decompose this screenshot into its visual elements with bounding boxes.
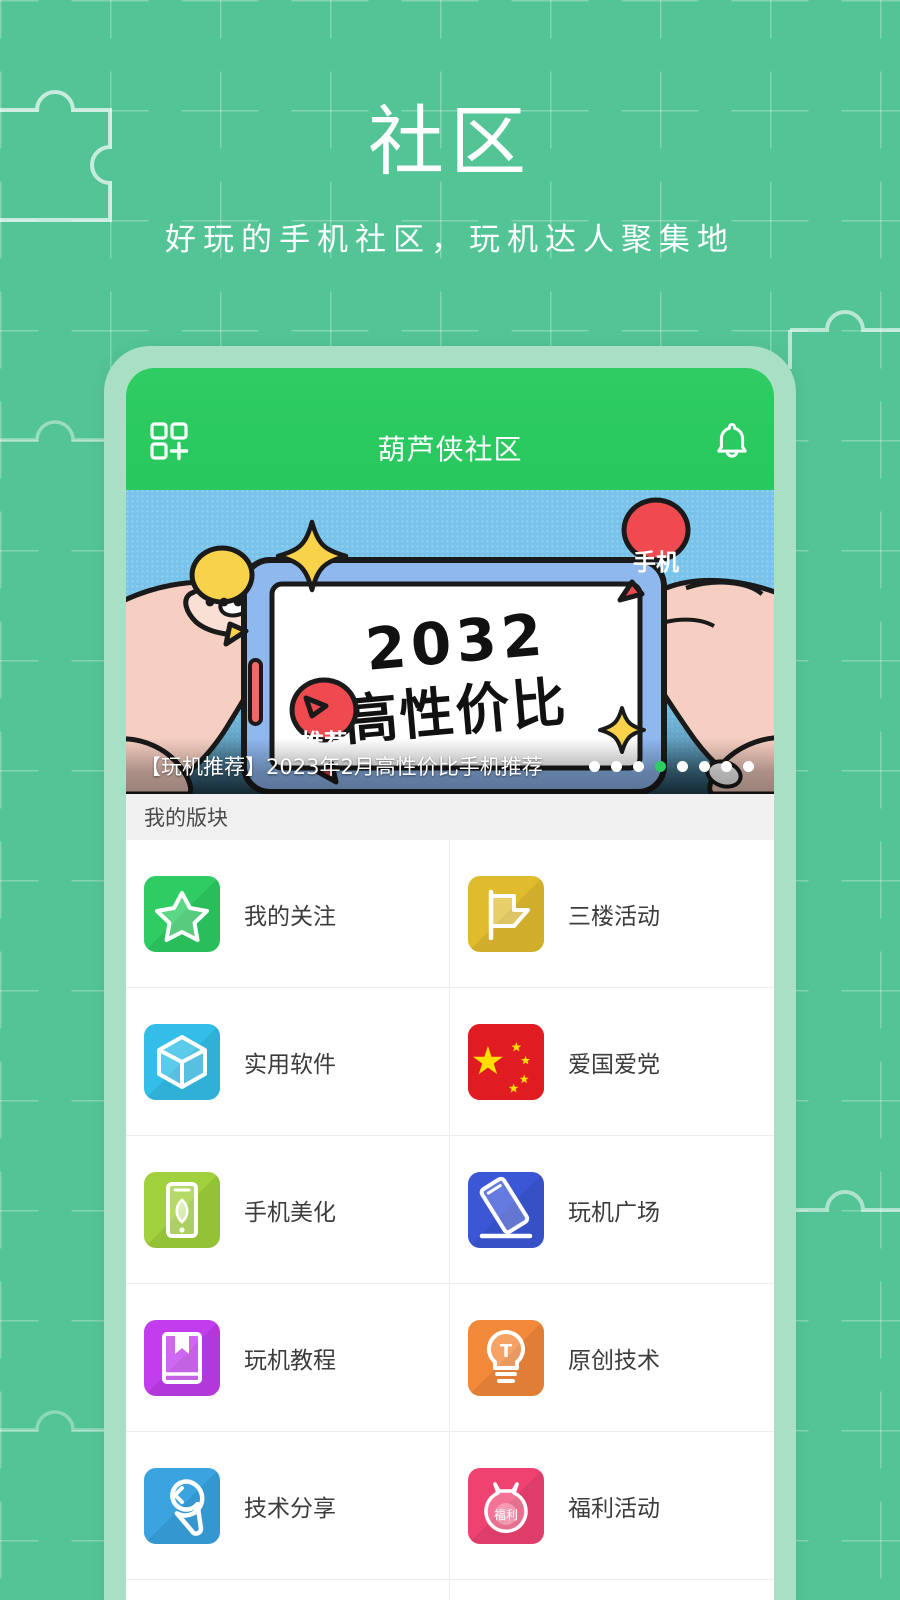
flag-icon bbox=[468, 875, 544, 952]
board-item[interactable]: 我的关注 bbox=[126, 840, 450, 988]
board-item-label: 福利活动 bbox=[568, 1495, 660, 1522]
board-grid: 我的关注 三楼活动 实用软件 爱国爱党 手机美化 玩机广场 玩机教程 T 原创技术… bbox=[126, 840, 774, 1600]
banner-caption-bar: 【玩机推荐】2023年2月高性价比手机推荐 bbox=[126, 738, 774, 794]
banner-dot[interactable] bbox=[743, 760, 754, 772]
board-item[interactable]: 玩机教程 bbox=[126, 1284, 450, 1432]
banner-caption: 【玩机推荐】2023年2月高性价比手机推荐 bbox=[140, 755, 543, 779]
banner-dot[interactable] bbox=[655, 760, 666, 772]
board-item[interactable]: Steam bbox=[126, 1580, 450, 1600]
board-item[interactable]: 技术分享 bbox=[126, 1432, 450, 1580]
phone-beauty-icon bbox=[144, 1171, 220, 1248]
grid-plus-icon[interactable] bbox=[148, 414, 206, 468]
board-item[interactable]: T 原创技术 bbox=[450, 1284, 774, 1432]
board-item-label: 技术分享 bbox=[244, 1495, 336, 1522]
board-item[interactable]: 三楼活动 bbox=[450, 840, 774, 988]
board-item-label: 原创技术 bbox=[568, 1347, 660, 1374]
banner-dot[interactable] bbox=[589, 760, 600, 772]
wrench-icon bbox=[144, 1467, 220, 1544]
phone-mockup-frame: 葫芦侠社区 2032 高性价比 手机 【玩机推荐】2023年2月高性价比手机推荐… bbox=[104, 346, 796, 1600]
lightbulb-icon: T bbox=[468, 1319, 544, 1396]
banner-dot[interactable] bbox=[699, 760, 710, 772]
board-item-label: 手机美化 bbox=[244, 1199, 336, 1226]
star-icon bbox=[144, 875, 220, 952]
svg-text:福利: 福利 bbox=[494, 1507, 518, 1522]
board-item-label: 实用软件 bbox=[244, 1051, 336, 1078]
board-item-label: 玩机广场 bbox=[568, 1199, 660, 1226]
board-item-label: 爱国爱党 bbox=[568, 1051, 660, 1078]
banner-carousel[interactable]: 2032 高性价比 手机 【玩机推荐】2023年2月高性价比手机推荐 bbox=[126, 490, 774, 794]
board-item[interactable]: 玩机广场 bbox=[450, 1136, 774, 1284]
board-item[interactable]: 实用软件 bbox=[126, 988, 450, 1136]
app-bar: 葫芦侠社区 bbox=[126, 368, 774, 490]
svg-text:T: T bbox=[500, 1341, 513, 1362]
banner-dot-indicators[interactable] bbox=[589, 760, 760, 772]
app-bar-title: 葫芦侠社区 bbox=[377, 433, 523, 466]
tilted-phone-icon bbox=[468, 1171, 544, 1248]
book-icon bbox=[144, 1319, 220, 1396]
china-flag-icon bbox=[468, 1023, 544, 1100]
board-item[interactable]: 福利 福利活动 bbox=[450, 1432, 774, 1580]
banner-dot[interactable] bbox=[633, 760, 644, 772]
board-item-label: 玩机教程 bbox=[244, 1347, 336, 1374]
banner-dot[interactable] bbox=[611, 760, 622, 772]
banner-dot[interactable] bbox=[677, 760, 688, 772]
phone-screen: 葫芦侠社区 2032 高性价比 手机 【玩机推荐】2023年2月高性价比手机推荐… bbox=[126, 368, 774, 1600]
bell-icon[interactable] bbox=[694, 414, 752, 468]
board-item-label: 三楼活动 bbox=[568, 903, 660, 930]
section-header-label: 我的版块 bbox=[144, 806, 228, 830]
cube-icon bbox=[144, 1023, 220, 1100]
board-item[interactable]: 手机美化 bbox=[126, 1136, 450, 1284]
board-item[interactable]: 游戏 bbox=[450, 1580, 774, 1600]
money-bag-icon: 福利 bbox=[468, 1467, 544, 1544]
board-item[interactable]: 爱国爱党 bbox=[450, 988, 774, 1136]
svg-text:手机: 手机 bbox=[633, 550, 679, 576]
banner-dot[interactable] bbox=[721, 760, 732, 772]
board-item-label: 我的关注 bbox=[244, 903, 336, 930]
section-header: 我的版块 bbox=[126, 794, 774, 840]
